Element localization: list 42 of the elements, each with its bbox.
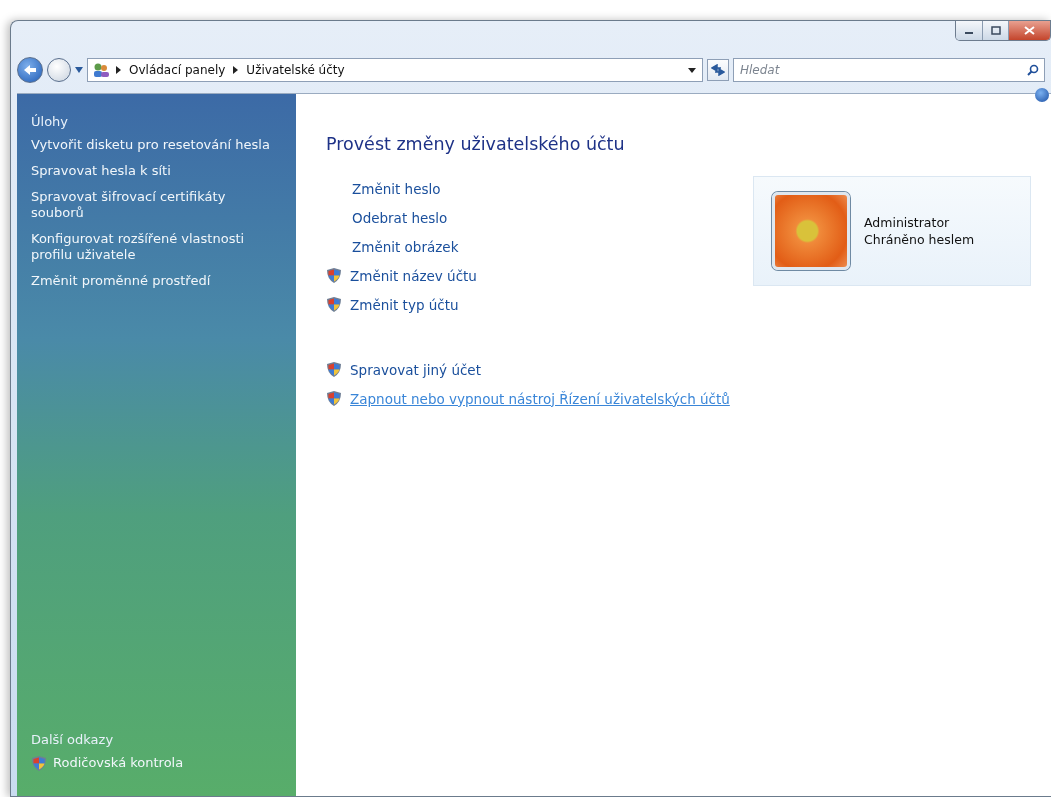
shield-icon [326,296,342,313]
refresh-button[interactable] [707,59,729,81]
sidebar-heading: Úlohy [31,114,69,129]
back-button[interactable] [17,57,43,83]
sidebar-link[interactable]: Změnit proměnné prostředí [31,273,296,289]
task-link[interactable]: Spravovat jiný účet [326,355,741,384]
shield-icon [326,361,342,378]
sidebar-heading: Další odkazy [31,732,115,747]
account-name: Administrator [864,214,951,231]
task-link[interactable]: Změnit typ účtu [326,290,741,319]
sidebar-link[interactable]: Spravovat hesla k síti [31,163,296,179]
sidebar-link[interactable]: Spravovat šifrovací certifikáty souborů [31,189,296,221]
sidebar-link[interactable]: Konfigurovat rozšířené vlastnosti profilu uživatele [31,231,296,263]
refresh-icon [711,64,725,76]
minimize-button[interactable] [956,21,982,40]
task-link[interactable]: Zapnout nebo vypnout nástroj Řízení uživatelských účtů [326,384,741,413]
breadcrumb[interactable]: Ovládací panely [127,63,228,77]
maximize-button[interactable] [982,21,1008,40]
account-status: Chráněno heslem [864,231,975,248]
back-arrow-icon [23,64,37,76]
help-icon[interactable] [1035,88,1049,102]
users-icon [92,62,110,78]
breadcrumb-arrow-icon [116,66,121,74]
close-icon [1024,26,1035,35]
task-link[interactable]: Změnit heslo [326,174,741,203]
maximize-icon [990,26,1001,35]
search-icon [1027,64,1039,76]
shield-icon [326,267,342,284]
task-link[interactable]: Změnit název účtu [326,261,741,290]
shield-icon [31,755,47,772]
close-button[interactable] [1008,21,1050,40]
task-link[interactable]: Změnit obrázek [326,232,741,261]
task-link[interactable]: Odebrat heslo [326,203,741,232]
page-title: Provést změny uživatelského účtu [326,134,626,154]
dropdown-arrow-icon[interactable] [688,67,696,73]
breadcrumb-arrow-icon [233,66,239,74]
breadcrumb[interactable]: Uživatelské účty [244,63,347,77]
search-field[interactable]: Hledat [733,58,1045,82]
forward-button[interactable] [47,58,71,82]
sidebar-link[interactable]: Vytvořit disketu pro resetování hesla [31,137,296,153]
address-bar[interactable]: Ovládací panely Uživatelské účty [87,58,703,82]
shield-icon [326,390,342,407]
